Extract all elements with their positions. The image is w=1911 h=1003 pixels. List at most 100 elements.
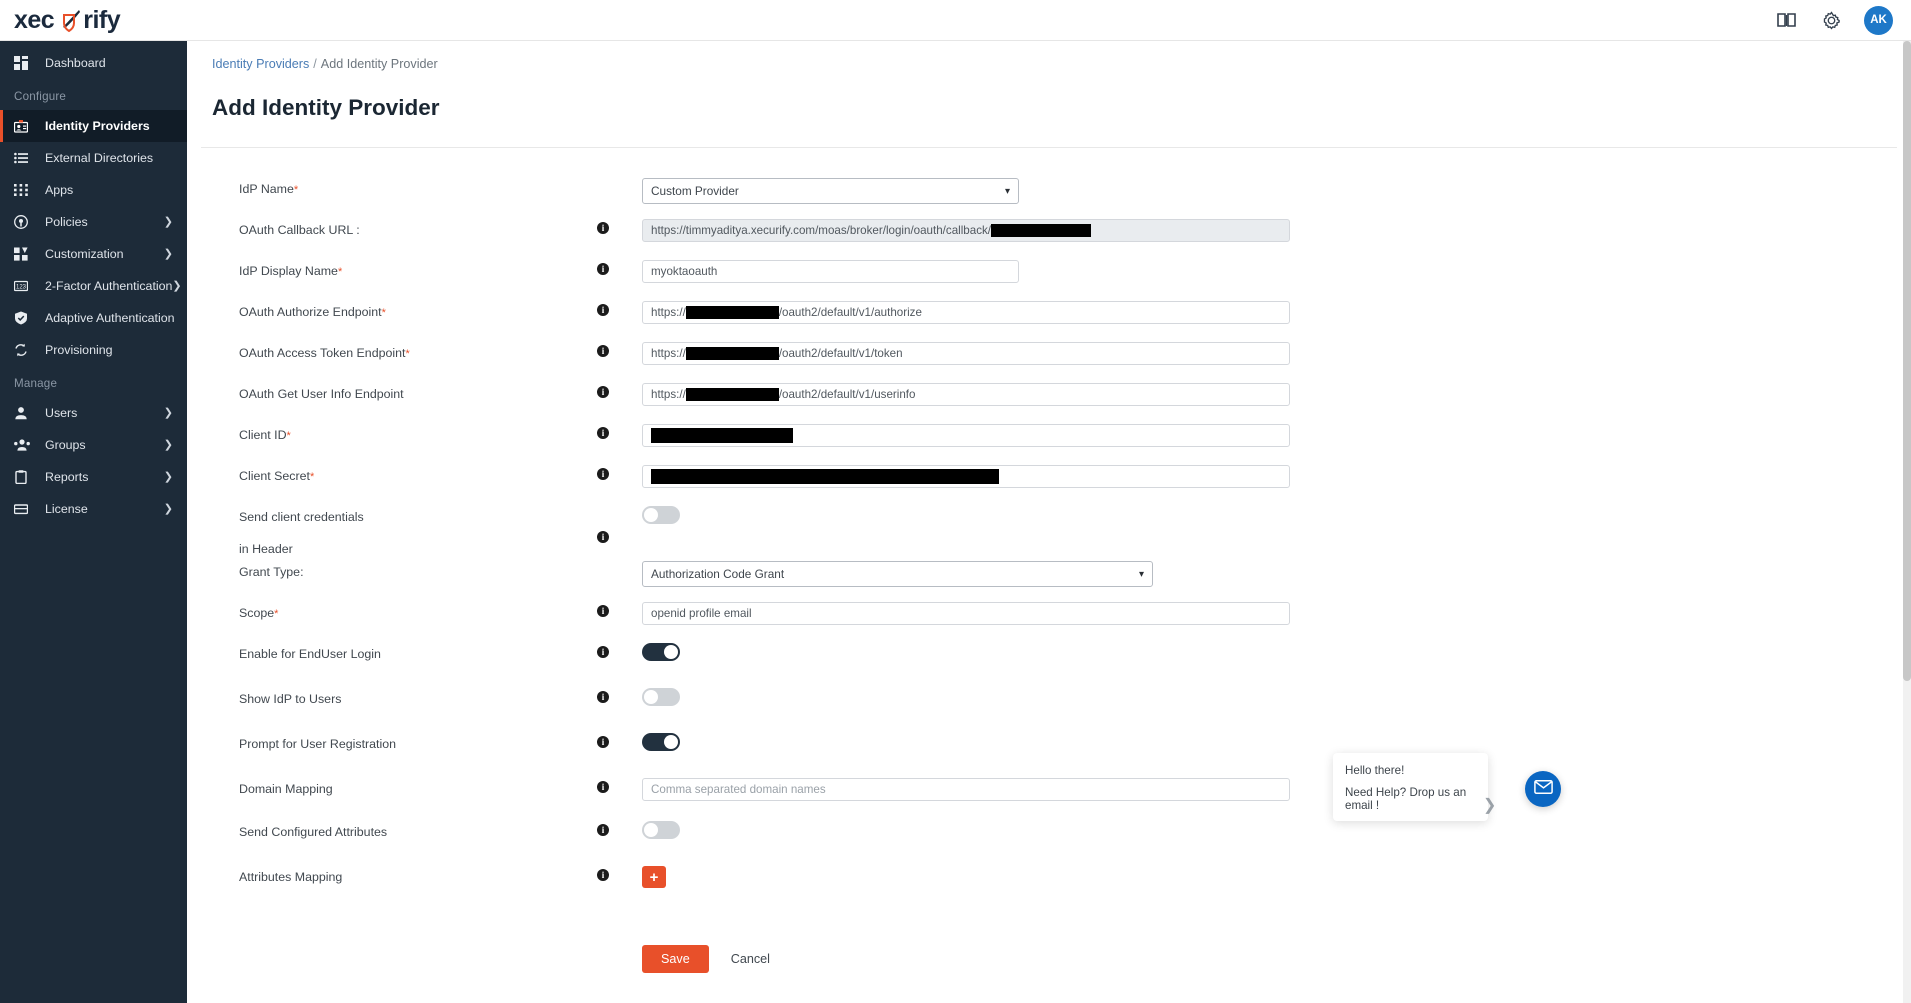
sidebar-item-groups[interactable]: Groups ❯ (0, 429, 187, 461)
send-configured-attributes-label: Send Configured Attributes (239, 825, 388, 839)
enable-enduser-login-toggle[interactable] (642, 643, 680, 661)
vertical-scrollbar[interactable] (1903, 41, 1911, 1003)
sidebar-item-external-directories[interactable]: External Directories (0, 142, 187, 174)
endpoint-suffix: /oauth2/default/v1/token (778, 347, 903, 360)
customization-icon (14, 247, 34, 261)
book-icon[interactable] (1776, 9, 1798, 31)
info-icon[interactable]: i (597, 468, 609, 480)
sidebar-section-manage: Manage (14, 377, 58, 390)
chat-message: Need Help? Drop us an email ! (1345, 786, 1467, 812)
scope-input[interactable]: openid profile email (642, 602, 1290, 625)
info-col (597, 178, 642, 181)
sidebar-item-identity-providers[interactable]: Identity Providers (0, 110, 187, 142)
prompt-user-registration-toggle[interactable] (642, 733, 680, 751)
required-marker: * (381, 307, 386, 319)
domain-mapping-placeholder: Comma separated domain names (651, 783, 826, 796)
info-col: i (597, 866, 642, 881)
client-id-input[interactable] (642, 424, 1290, 447)
scope-control: openid profile email (642, 602, 1911, 625)
sidebar-item-customization[interactable]: Customization ❯ (0, 238, 187, 270)
info-icon[interactable]: i (597, 824, 609, 836)
info-icon[interactable]: i (597, 869, 609, 881)
groups-icon (14, 438, 34, 452)
info-icon[interactable]: i (597, 531, 609, 543)
sidebar-item-dashboard[interactable]: Dashboard (0, 47, 187, 79)
info-col: i (597, 643, 642, 658)
form-row-idp-name: IdP Name* Custom Provider ▾ (187, 178, 1911, 213)
toggle-knob (664, 645, 678, 659)
info-icon[interactable]: i (597, 304, 609, 316)
idp-name-select[interactable]: Custom Provider ▾ (642, 178, 1019, 204)
add-attribute-mapping-button[interactable]: + (642, 866, 666, 888)
info-icon[interactable]: i (597, 605, 609, 617)
oauth-callback-url-input[interactable]: https://timmyaditya.xecurify.com/moas/br… (642, 219, 1290, 242)
oauth-authorize-endpoint-input[interactable]: https:// /oauth2/default/v1/authorize (642, 301, 1290, 324)
client-secret-input[interactable] (642, 465, 1290, 488)
info-col (597, 561, 642, 564)
scrollbar-thumb[interactable] (1903, 41, 1911, 681)
send-client-credentials-toggle[interactable] (642, 506, 680, 524)
toggle-knob (664, 735, 678, 749)
send-configured-attributes-toggle[interactable] (642, 821, 680, 839)
logo-text-part1: xec (14, 5, 55, 34)
form-row-oauth-callback-url: OAuth Callback URL : i https://timmyadit… (187, 219, 1911, 254)
info-icon[interactable]: i (597, 781, 609, 793)
sidebar-item-policies[interactable]: Policies ❯ (0, 206, 187, 238)
required-marker: * (293, 184, 299, 196)
svg-text:123: 123 (16, 285, 27, 291)
info-icon[interactable]: i (597, 345, 609, 357)
sidebar-item-label: Reports (45, 470, 89, 484)
avatar[interactable]: AK (1864, 5, 1893, 35)
oauth-authorize-endpoint-label: OAuth Authorize Endpoint* (239, 305, 386, 319)
oauth-callback-url-label: OAuth Callback URL : (239, 223, 360, 237)
sidebar-item-provisioning[interactable]: Provisioning (0, 334, 187, 366)
send-client-credentials-label-line1: Send client credentials (239, 510, 364, 524)
chevron-right-icon[interactable]: ❯ (1483, 795, 1496, 815)
sidebar-item-2fa[interactable]: 123 2-Factor Authentication ❯ (0, 270, 187, 302)
show-idp-to-users-toggle[interactable] (642, 688, 680, 706)
sidebar-item-adaptive[interactable]: Adaptive Authentication (0, 302, 187, 334)
toggle-knob (644, 508, 658, 522)
gear-icon[interactable] (1820, 9, 1842, 31)
info-icon[interactable]: i (597, 691, 609, 703)
redacted-block (685, 388, 779, 401)
scope-value: openid profile email (651, 607, 752, 620)
idp-display-name-input[interactable]: myoktaoauth (642, 260, 1019, 283)
info-icon[interactable]: i (597, 222, 609, 234)
identity-providers-icon (14, 119, 34, 133)
chevron-right-icon: ❯ (163, 215, 173, 228)
top-bar: xec rify AK (0, 0, 1911, 41)
info-icon[interactable]: i (597, 386, 609, 398)
domain-mapping-input[interactable]: Comma separated domain names (642, 778, 1290, 801)
breadcrumb-current: Add Identity Provider (320, 57, 438, 71)
app-logo[interactable]: xec rify (0, 6, 187, 35)
info-icon[interactable]: i (597, 427, 609, 439)
info-icon[interactable]: i (597, 646, 609, 658)
chat-prompt-card[interactable]: Hello there! Need Help? Drop us an email… (1333, 753, 1488, 821)
chat-email-button[interactable] (1525, 771, 1561, 807)
breadcrumb-identity-providers[interactable]: Identity Providers (212, 57, 309, 71)
form-row-oauth-authorize-endpoint: OAuth Authorize Endpoint* i https:// /oau… (187, 301, 1911, 336)
enable-enduser-login-label: Enable for EndUser Login (239, 647, 381, 661)
endpoint-suffix: /oauth2/default/v1/userinfo (778, 388, 916, 401)
oauth-get-user-info-endpoint-control: https:// /oauth2/default/v1/userinfo (642, 383, 1911, 406)
client-secret-control (642, 465, 1911, 488)
grant-type-select[interactable]: Authorization Code Grant ▾ (642, 561, 1153, 587)
save-button[interactable]: Save (642, 945, 709, 973)
chevron-down-icon: ▾ (1138, 568, 1144, 580)
sidebar-item-license[interactable]: License ❯ (0, 493, 187, 525)
oauth-get-user-info-endpoint-input[interactable]: https:// /oauth2/default/v1/userinfo (642, 383, 1290, 406)
sidebar-item-apps[interactable]: Apps (0, 174, 187, 206)
sidebar-item-label: 2-Factor Authentication (45, 279, 173, 293)
idp-display-name-control: myoktaoauth (642, 260, 1911, 283)
info-col: i (597, 778, 642, 793)
oauth-access-token-endpoint-input[interactable]: https:// /oauth2/default/v1/token (642, 342, 1290, 365)
enable-enduser-login-control (642, 643, 1911, 661)
info-icon[interactable]: i (597, 736, 609, 748)
info-icon[interactable]: i (597, 263, 609, 275)
sidebar-item-label: License (45, 502, 88, 516)
sidebar-item-users[interactable]: Users ❯ (0, 397, 187, 429)
cancel-button[interactable]: Cancel (731, 952, 770, 966)
external-directories-icon (14, 151, 34, 165)
sidebar-item-reports[interactable]: Reports ❯ (0, 461, 187, 493)
